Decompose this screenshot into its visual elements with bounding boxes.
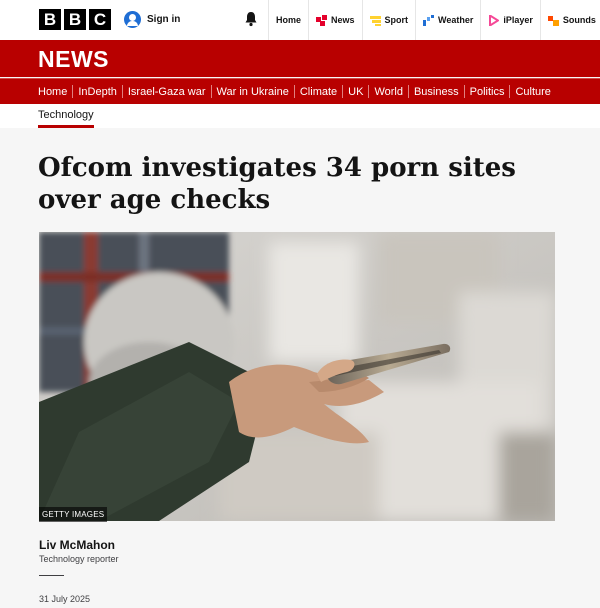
image-credit: GETTY IMAGES xyxy=(39,507,108,522)
nav-item-world[interactable]: World xyxy=(374,86,403,98)
top-navigation: Home News Sport Weather iPlayer Sounds xyxy=(268,0,600,40)
topnav-news[interactable]: News xyxy=(308,0,362,40)
article-hero-image xyxy=(39,232,555,521)
sport-icon xyxy=(369,15,381,26)
byline-divider xyxy=(39,575,64,576)
topnav-label: News xyxy=(331,15,355,25)
tab-technology[interactable]: Technology xyxy=(38,109,94,128)
topnav-weather[interactable]: Weather xyxy=(415,0,480,40)
author-name: Liv McMahon xyxy=(39,538,116,552)
publish-date: 31 July 2025 xyxy=(39,594,91,604)
notifications-bell-icon[interactable] xyxy=(244,11,258,32)
logo-letter: B xyxy=(64,9,86,30)
logo-letter: C xyxy=(89,9,111,30)
nav-separator xyxy=(368,85,370,98)
topnav-label: Home xyxy=(276,15,302,25)
news-banner: NEWS xyxy=(0,40,600,77)
topnav-label: iPlayer xyxy=(503,15,533,25)
bbc-logo[interactable]: B B C xyxy=(39,9,111,30)
nav-item-politics[interactable]: Politics xyxy=(470,86,505,98)
topnav-label: Sounds xyxy=(562,15,596,25)
logo-letter: B xyxy=(39,9,61,30)
sounds-icon xyxy=(547,15,559,26)
news-nav-items: Home InDepth Israel-Gaza war War in Ukraine… xyxy=(38,79,551,104)
nav-item-home[interactable]: Home xyxy=(38,86,67,98)
topnav-label: Weather xyxy=(438,15,474,25)
nav-item-culture[interactable]: Culture xyxy=(515,86,550,98)
weather-icon xyxy=(423,14,435,26)
nav-separator xyxy=(509,85,511,98)
nav-separator xyxy=(293,85,295,98)
nav-separator xyxy=(210,85,212,98)
user-avatar-icon xyxy=(124,11,141,28)
section-bar: Technology xyxy=(0,104,600,128)
nav-separator xyxy=(407,85,409,98)
news-icon xyxy=(316,14,328,26)
nav-item-uk[interactable]: UK xyxy=(348,86,363,98)
nav-separator xyxy=(463,85,465,98)
sign-in-button[interactable]: Sign in xyxy=(124,11,180,28)
article-headline: Ofcom investigates 34 porn sites over ag… xyxy=(38,153,516,215)
topnav-sounds[interactable]: Sounds xyxy=(539,0,600,40)
top-utility-bar: B B C Sign in Home News Sport Weather iP… xyxy=(0,0,600,40)
nav-item-indepth[interactable]: InDepth xyxy=(78,86,117,98)
topnav-sport[interactable]: Sport xyxy=(361,0,416,40)
nav-item-war-in-ukraine[interactable]: War in Ukraine xyxy=(217,86,289,98)
nav-item-israel-gaza-war[interactable]: Israel-Gaza war xyxy=(128,86,206,98)
topnav-home[interactable]: Home xyxy=(268,0,308,40)
news-navigation: Home InDepth Israel-Gaza war War in Ukraine… xyxy=(0,78,600,104)
nav-item-climate[interactable]: Climate xyxy=(300,86,337,98)
iplayer-icon xyxy=(489,14,500,26)
topnav-iplayer[interactable]: iPlayer xyxy=(480,0,540,40)
news-brand-title[interactable]: NEWS xyxy=(38,46,109,73)
nav-item-business[interactable]: Business xyxy=(414,86,459,98)
nav-separator xyxy=(121,85,123,98)
sign-in-label: Sign in xyxy=(147,14,181,25)
nav-separator xyxy=(342,85,344,98)
nav-separator xyxy=(72,85,74,98)
topnav-label: Sport xyxy=(384,15,409,25)
author-role: Technology reporter xyxy=(39,554,119,564)
